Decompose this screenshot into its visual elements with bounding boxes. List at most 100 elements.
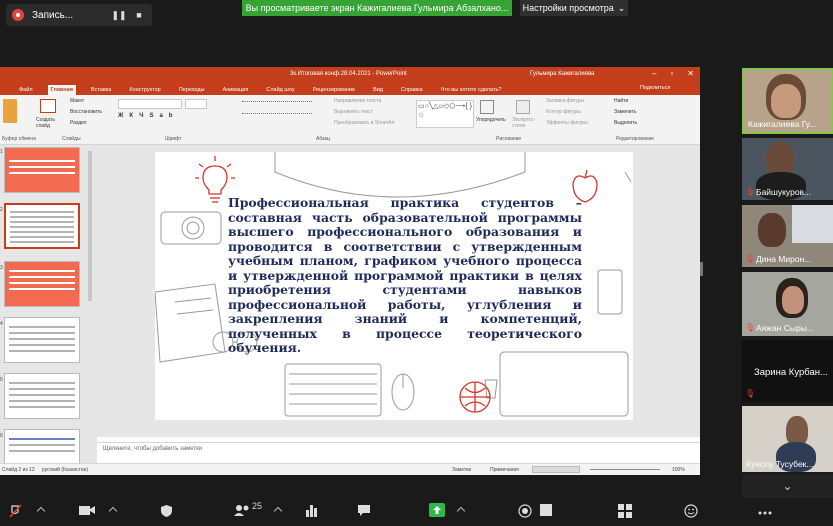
tab-help[interactable]: Справка — [398, 85, 426, 95]
slide-body-text[interactable]: Профессиональная практика студентов – со… — [228, 195, 582, 356]
slide-thumbnail[interactable] — [4, 317, 80, 363]
participants-icon[interactable] — [233, 504, 251, 520]
slide-thumbnail[interactable] — [4, 147, 80, 193]
participant-tile[interactable]: Кажигалиева Гу... — [742, 68, 833, 134]
tab-file[interactable]: Файл — [16, 85, 36, 95]
more-options-icon[interactable] — [758, 506, 772, 518]
view-buttons[interactable] — [532, 466, 580, 473]
smartart-button[interactable]: Преобразовать в SmartArt — [334, 120, 395, 126]
comments-toggle[interactable]: Примечания — [490, 467, 519, 473]
reactions-icon[interactable] — [684, 504, 698, 521]
scroll-participants-button[interactable]: ⌄ — [742, 474, 833, 498]
paste-icon[interactable] — [3, 99, 17, 123]
list-icons[interactable] — [242, 101, 312, 103]
layout-button[interactable]: Макет — [70, 98, 84, 104]
tab-review[interactable]: Рецензирование — [310, 85, 358, 95]
minimize-icon[interactable]: – — [652, 69, 656, 78]
align-icons[interactable] — [242, 113, 312, 115]
shapes-gallery[interactable]: ▭○╲△▱◇⬠⟶{ }☆ — [416, 100, 474, 128]
new-slide-icon[interactable] — [40, 99, 56, 113]
zoom-level[interactable]: 100% — [672, 467, 685, 473]
chat-icon[interactable] — [357, 504, 371, 519]
tab-view[interactable]: Вид — [370, 85, 386, 95]
chevron-down-icon: ⌄ — [782, 479, 793, 493]
paragraph-caption: Абзац — [316, 136, 331, 142]
view-options-button[interactable]: Настройки просмотра ⌄ — [520, 0, 628, 16]
clipboard-caption: Буфер обмена — [2, 136, 36, 142]
participant-tile[interactable]: Зарина Курбан... 🎙 — [742, 340, 833, 402]
stop-icon[interactable]: ■ — [132, 8, 146, 22]
notes-pane[interactable]: Щелкните, чтобы добавить заметки — [97, 442, 700, 457]
slide-thumbnail[interactable] — [4, 373, 80, 419]
tab-insert[interactable]: Вставка — [88, 85, 114, 95]
font-size-select[interactable] — [185, 99, 207, 109]
replace-button[interactable]: Заменить — [614, 109, 636, 115]
find-button[interactable]: Найти — [614, 98, 628, 104]
recording-label: Запись... — [32, 9, 74, 21]
arrange-icon[interactable] — [480, 100, 494, 114]
mic-muted-icon: 🎙 — [745, 254, 756, 263]
breakout-rooms-icon[interactable] — [618, 504, 632, 521]
mic-muted-icon[interactable] — [8, 504, 22, 521]
close-icon[interactable]: ✕ — [687, 69, 694, 78]
slide-thumbnail[interactable] — [4, 429, 80, 463]
text-direction-button[interactable]: Направление текста — [334, 98, 381, 104]
audio-options-caret[interactable] — [36, 506, 46, 516]
participant-tile[interactable]: 🎙 Аяжан Сыры... — [742, 272, 833, 336]
video-camera-icon[interactable] — [78, 504, 96, 519]
participants-caret[interactable] — [273, 506, 283, 516]
screen-share-banner: Вы просматриваете экран Кажигалиева Гуль… — [242, 0, 512, 16]
maximize-icon[interactable]: ▫ — [670, 69, 673, 78]
thumb-number: 3 — [0, 265, 3, 271]
participant-name: Кунслу Тусубек... — [746, 459, 814, 469]
recording-indicator: Запись... ❚❚ ■ — [6, 4, 152, 26]
participant-name: Зарина Курбан... — [754, 367, 828, 378]
language-indicator[interactable]: русский (Казахстан) — [42, 467, 88, 473]
create-slide-label[interactable]: Создать слайд — [36, 117, 60, 129]
quick-styles-button[interactable]: Экспресс-стили — [512, 117, 542, 129]
participant-tile[interactable]: 🎙 Дина Мирон... — [742, 205, 833, 267]
participant-tile[interactable]: Кунслу Тусубек... — [742, 406, 833, 472]
tab-slideshow[interactable]: Слайд шоу — [263, 85, 297, 95]
shape-fill-button[interactable]: Заливка фигуры — [546, 98, 584, 104]
shape-effects-button[interactable]: Эффекты фигуры — [546, 120, 588, 126]
notes-toggle[interactable]: Заметки — [452, 467, 471, 473]
select-button[interactable]: Выделить — [614, 120, 637, 126]
security-shield-icon[interactable] — [160, 504, 173, 521]
tab-design[interactable]: Конструктор — [126, 85, 163, 95]
tab-transitions[interactable]: Переходы — [176, 85, 208, 95]
font-family-select[interactable] — [118, 99, 182, 109]
drawing-caption: Рисование — [496, 136, 522, 142]
polls-bar-icon[interactable] — [305, 504, 318, 520]
share-options-caret[interactable] — [456, 506, 466, 516]
zoom-slider[interactable] — [590, 469, 660, 470]
shape-outline-button[interactable]: Контур фигуры — [546, 109, 581, 115]
tell-me-search[interactable]: Что вы хотите сделать? — [438, 85, 505, 95]
participant-name: Дина Мирон... — [756, 254, 812, 264]
tab-animations[interactable]: Анимация — [220, 85, 252, 95]
arrange-button[interactable]: Упорядочить — [476, 117, 506, 123]
mic-muted-icon: 🎙 — [745, 389, 756, 398]
quick-styles-icon[interactable] — [516, 100, 530, 114]
thumbnails-scrollbar[interactable] — [88, 151, 92, 301]
participant-tile[interactable]: 🎙 Байшукуров... — [742, 138, 833, 200]
tab-home[interactable]: Главная — [47, 85, 76, 95]
record-icon — [12, 9, 24, 21]
video-options-caret[interactable] — [108, 506, 118, 516]
reset-button[interactable]: Восстановить — [70, 109, 102, 115]
pause-icon[interactable]: ❚❚ — [111, 8, 126, 22]
share-screen-icon[interactable] — [429, 503, 445, 520]
align-text-button[interactable]: Выровнять текст — [334, 109, 373, 115]
section-button[interactable]: Раздел — [70, 120, 87, 126]
font-format-icons[interactable]: ЖКЧSab — [118, 113, 178, 119]
split-handle[interactable] — [700, 262, 703, 276]
record-icon[interactable] — [518, 504, 532, 521]
mic-muted-icon: 🎙 — [745, 187, 756, 196]
slide-thumbnail-active[interactable] — [4, 203, 80, 249]
pause-stop-icon[interactable] — [540, 504, 552, 519]
meeting-toolbar: 25 — [0, 498, 833, 526]
current-slide[interactable]: Профессиональная практика студентов – со… — [155, 152, 633, 420]
thumb-number: 1 — [0, 149, 3, 155]
share-button[interactable]: Поделиться — [640, 85, 670, 91]
slide-thumbnail[interactable] — [4, 261, 80, 307]
